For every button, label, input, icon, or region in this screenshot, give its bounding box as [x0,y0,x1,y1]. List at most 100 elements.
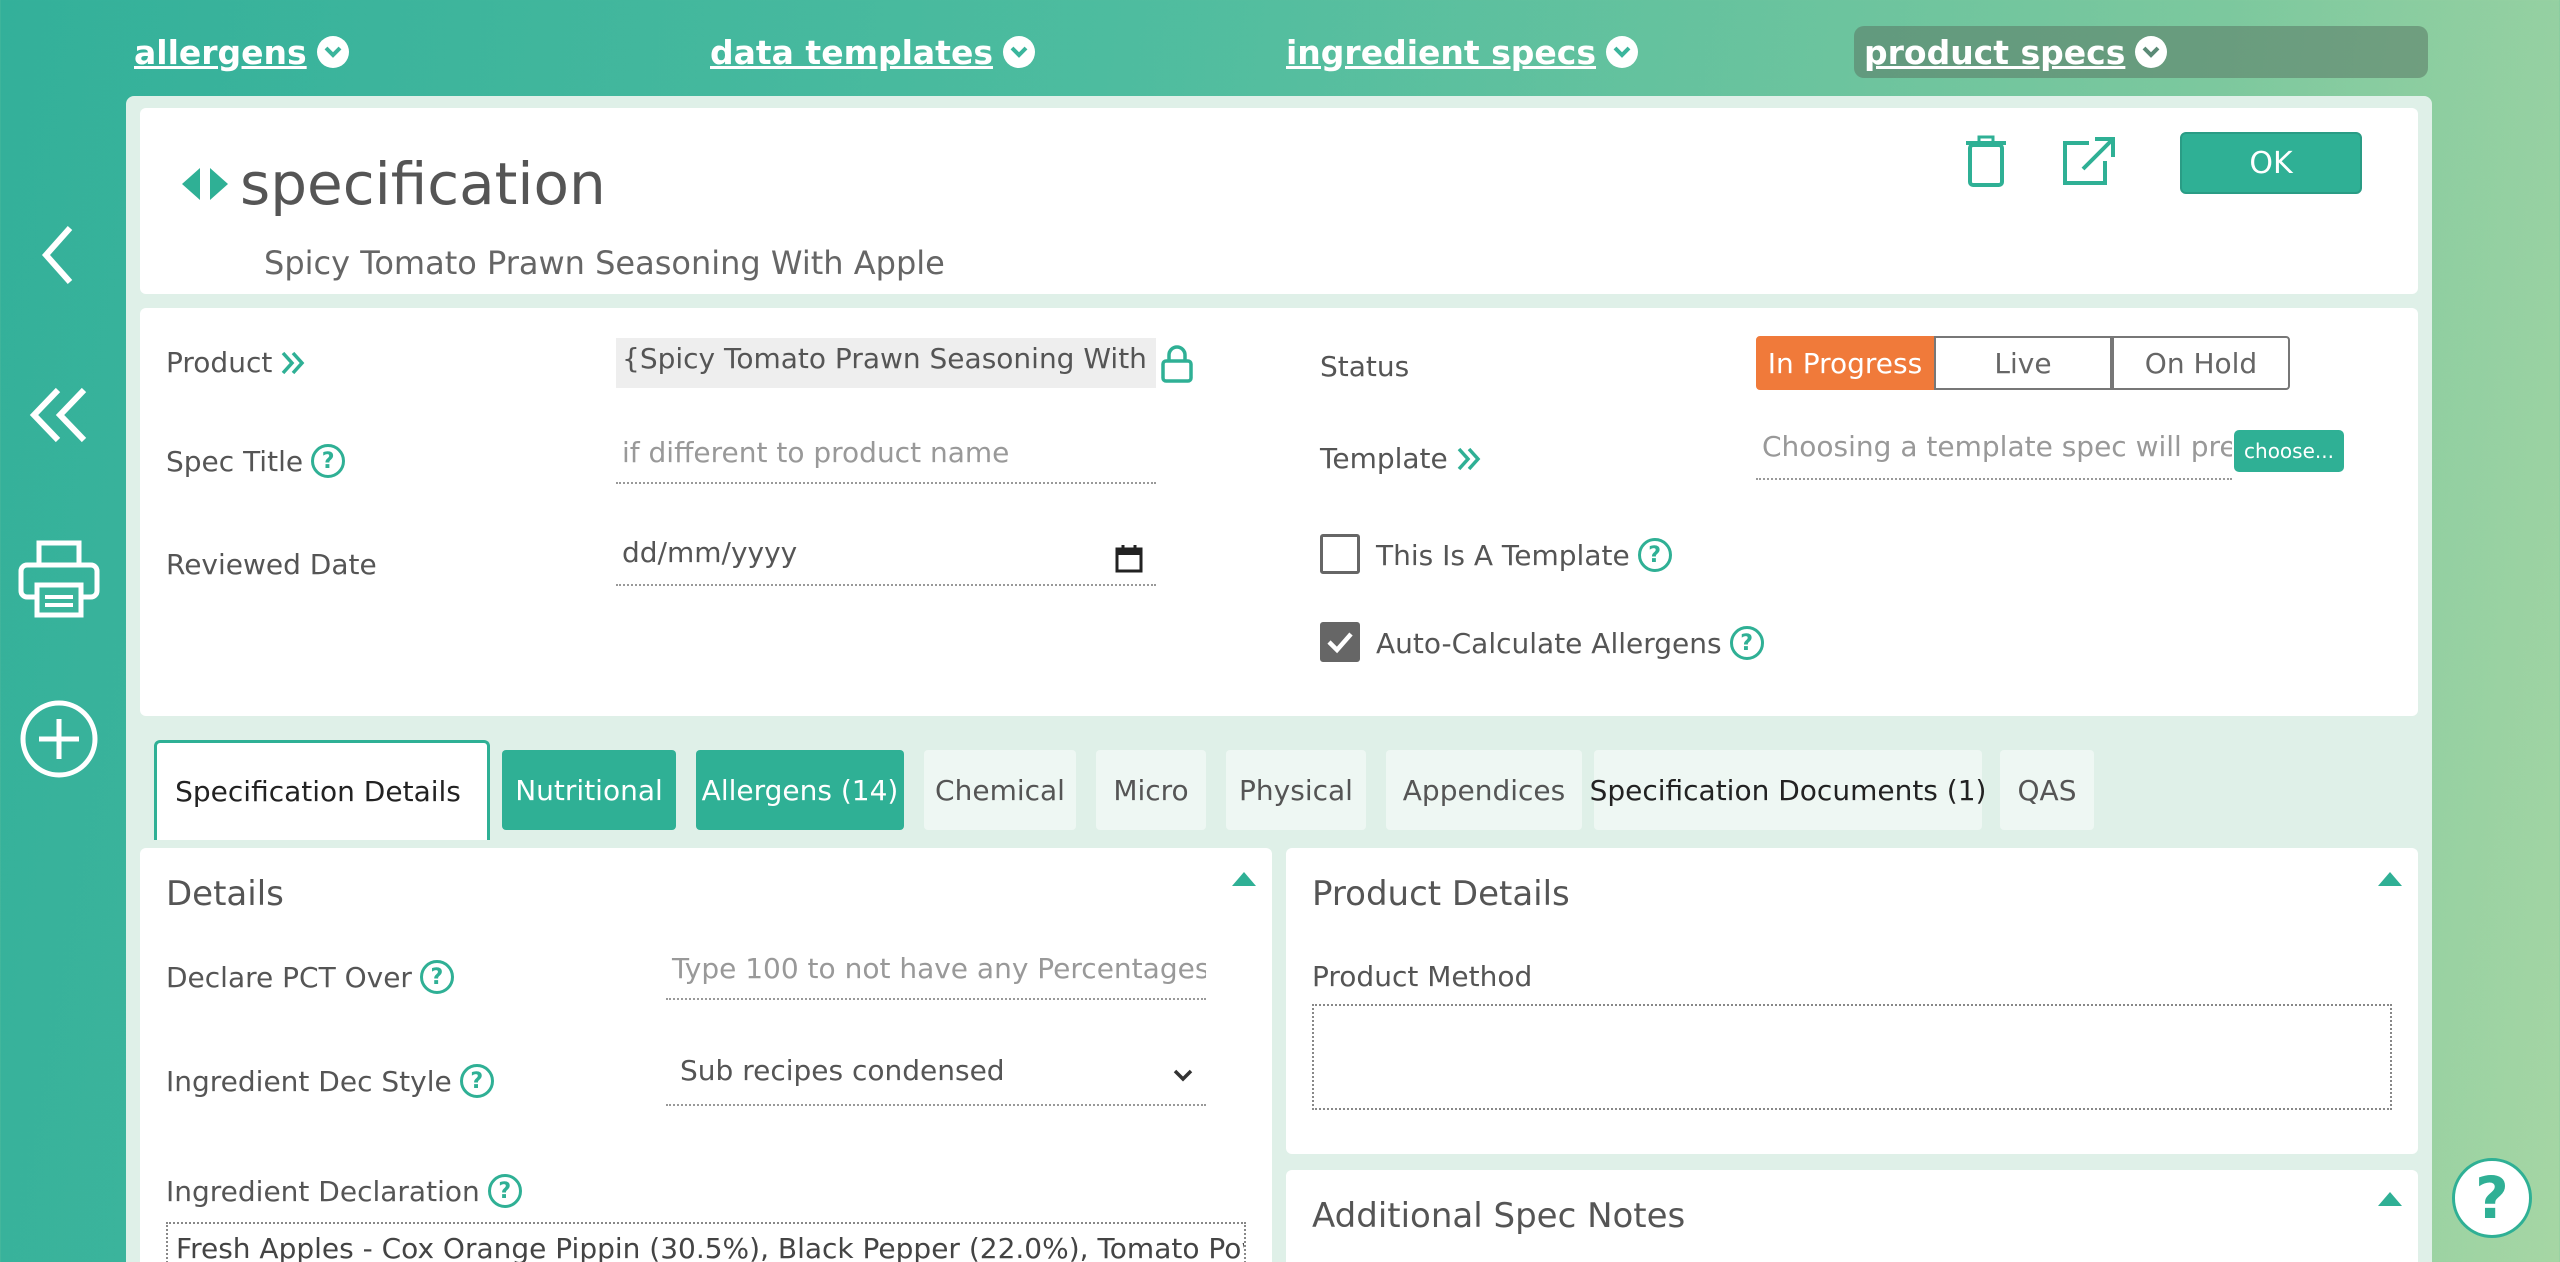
trash-icon [1966,135,2006,187]
declare-pct-label-text: Declare PCT Over [166,960,412,994]
declare-pct-label: Declare PCT Over ? [166,960,454,994]
first-button[interactable] [14,370,104,460]
page-title: specification [240,150,606,218]
ingredient-decl-label: Ingredient Declaration ? [166,1174,522,1208]
nav-data-templates-label: data templates [710,32,993,72]
status-in-progress[interactable]: In Progress [1756,336,1934,390]
additional-notes-title: Additional Spec Notes [1312,1196,1686,1236]
help-circle-icon[interactable]: ? [419,960,454,994]
chevron-down-icon [316,36,349,68]
product-method-textarea[interactable] [1312,1004,2392,1110]
template-input[interactable]: Choosing a template spec will pre-load [1756,426,2232,480]
status-toggle-group: In Progress Live On Hold [1756,336,2290,390]
main-panel: specification Spicy Tomato Prawn Seasoni… [126,96,2432,1262]
spec-title-label: Spec Title ? [166,444,346,478]
ok-button[interactable]: OK [2180,132,2362,194]
print-button[interactable] [14,534,104,624]
delete-button[interactable] [1956,132,2016,192]
check-icon [1327,632,1353,654]
nav-data-templates[interactable]: data templates [710,26,1035,78]
tab-micro[interactable]: Micro [1096,750,1206,830]
nav-ingredient-specs-label: ingredient specs [1286,32,1597,72]
open-external-button[interactable] [2058,132,2118,192]
status-label: Status [1320,350,1410,383]
auto-calc-label: Auto-Calculate Allergens ? [1376,626,1764,660]
printer-icon [18,540,100,618]
tab-specification-documents[interactable]: Specification Documents (1) [1590,750,1986,830]
help-circle-icon[interactable]: ? [459,1064,494,1098]
chevron-down-icon [2135,36,2168,68]
product-details-card: Product Details Product Method [1286,848,2418,1154]
plus-circle-icon [20,700,98,778]
tab-chemical[interactable]: Chemical [924,750,1076,830]
nav-allergens[interactable]: allergens [134,26,349,78]
tab-specification-details-label: Specification Details [175,775,461,808]
is-template-label-text: This Is A Template [1376,538,1630,572]
double-chevron-right-icon[interactable] [280,350,306,376]
auto-calc-label-text: Auto-Calculate Allergens [1376,626,1722,660]
status-live[interactable]: Live [1934,336,2112,390]
spec-title-label-text: Spec Title [166,444,304,478]
details-title: Details [166,874,284,914]
additional-notes-card: Additional Spec Notes [1286,1170,2418,1262]
tab-physical[interactable]: Physical [1226,750,1366,830]
dec-style-label-text: Ingredient Dec Style [166,1064,452,1098]
reviewed-date-value: dd/mm/yyyy [622,536,798,569]
reviewed-date-input[interactable]: dd/mm/yyyy [616,532,1156,586]
help-circle-icon[interactable]: ? [1637,538,1672,572]
dec-style-select[interactable]: Sub recipes condensed [666,1050,1206,1106]
caret-right-icon [210,168,228,200]
ingredient-decl-textarea[interactable]: Fresh Apples - Cox Orange Pippin (30.5%)… [166,1222,1246,1262]
dec-style-label: Ingredient Dec Style ? [166,1064,494,1098]
auto-calc-checkbox[interactable] [1320,622,1360,662]
chevron-down-icon [1173,1069,1193,1082]
lock-icon [1161,345,1193,383]
caret-left-icon [182,168,200,200]
chevron-left-icon [41,226,73,284]
template-label: Template [1320,442,1482,475]
tab-specification-details[interactable]: Specification Details [154,740,490,840]
status-on-hold[interactable]: On Hold [2112,336,2290,390]
chevron-down-icon [1002,36,1035,68]
product-method-label: Product Method [1312,960,1533,993]
ingredient-decl-label-text: Ingredient Declaration [166,1174,480,1208]
tab-appendices[interactable]: Appendices [1386,750,1582,830]
product-field: {Spicy Tomato Prawn Seasoning With Apple… [616,338,1156,388]
tab-nutritional[interactable]: Nutritional [502,750,676,830]
help-circle-icon[interactable]: ? [1729,626,1764,660]
chevron-down-icon [1606,36,1639,68]
external-link-icon [2063,137,2115,185]
help-circle-icon[interactable]: ? [311,444,346,478]
tab-allergens[interactable]: Allergens (14) [696,750,904,830]
is-template-checkbox[interactable] [1320,534,1360,574]
template-label-text: Template [1320,442,1448,475]
details-card: Details Declare PCT Over ? Type 100 to n… [140,848,1272,1262]
nav-product-specs-label: product specs [1864,32,2126,72]
double-chevron-right-icon[interactable] [1456,446,1482,472]
help-circle-icon[interactable]: ? [487,1174,522,1208]
nav-ingredient-specs[interactable]: ingredient specs [1286,26,1639,78]
help-button[interactable]: ? [2452,1158,2532,1238]
nav-product-specs[interactable]: product specs [1854,26,2428,78]
dec-style-value: Sub recipes condensed [680,1054,1005,1087]
nav-allergens-label: allergens [134,32,307,72]
tab-qas[interactable]: QAS [2000,750,2094,830]
header-card: specification Spicy Tomato Prawn Seasoni… [140,108,2418,294]
collapse-caret-icon[interactable] [2378,1192,2402,1206]
choose-template-button[interactable]: choose... [2234,430,2344,472]
prev-next-arrows[interactable] [180,166,230,202]
collapse-caret-icon[interactable] [2378,872,2402,886]
declare-pct-input[interactable]: Type 100 to not have any Percentages Dec… [666,948,1206,1000]
top-nav: allergens data templates ingredient spec… [0,0,2560,96]
back-button[interactable] [14,210,104,300]
reviewed-date-label: Reviewed Date [166,548,377,581]
spec-form-card: Product {Spicy Tomato Prawn Seasoning Wi… [140,308,2418,716]
page-subtitle: Spicy Tomato Prawn Seasoning With Apple [264,244,945,282]
add-button[interactable] [14,694,104,784]
product-details-title: Product Details [1312,874,1570,914]
double-chevron-left-icon [29,387,87,443]
product-label: Product [166,346,306,379]
collapse-caret-icon[interactable] [1232,872,1256,886]
calendar-icon[interactable] [1114,544,1144,574]
spec-title-input[interactable]: if different to product name [616,432,1156,484]
